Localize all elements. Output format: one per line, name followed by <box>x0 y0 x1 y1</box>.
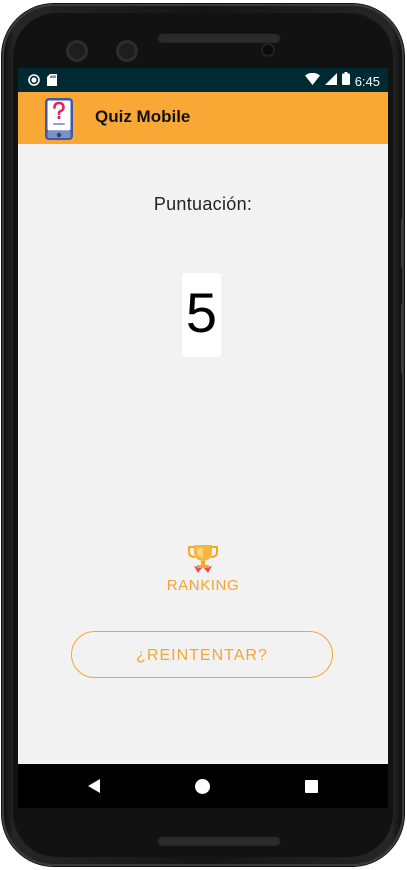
earpiece-speaker <box>157 32 281 43</box>
score-value: 5 <box>185 281 218 344</box>
app-title: Quiz Mobile <box>95 107 191 126</box>
app-bar: Quiz Mobile <box>18 92 388 144</box>
ranking-button[interactable]: RANKING <box>153 542 253 600</box>
volume-button[interactable] <box>401 304 404 374</box>
home-icon[interactable] <box>195 779 210 794</box>
score-card: 5 <box>182 273 221 357</box>
retry-button[interactable]: ¿REINTENTAR? <box>71 631 333 678</box>
trophy-icon <box>187 544 219 574</box>
signal-icon <box>324 72 337 90</box>
score-label: Puntuación: <box>153 194 253 214</box>
status-bar: 6:45 <box>18 68 388 92</box>
app-screen: 6:45 Quiz Mobile Puntuación: 5 RANKING ¿… <box>18 68 388 808</box>
recent-apps-icon[interactable] <box>305 780 318 793</box>
front-sensor-left <box>66 40 88 62</box>
ranking-label: RANKING <box>166 577 240 594</box>
battery-icon <box>341 72 350 90</box>
front-camera <box>261 43 275 57</box>
sd-card-icon <box>47 73 57 91</box>
record-dot-icon <box>28 73 40 91</box>
back-icon[interactable] <box>88 779 100 793</box>
power-button[interactable] <box>401 218 404 268</box>
navigation-bar <box>18 764 388 808</box>
wifi-icon <box>304 72 320 90</box>
front-sensor-right <box>116 40 138 62</box>
bottom-speaker <box>157 835 281 846</box>
status-time: 6:45 <box>354 73 380 89</box>
quiz-phone-icon <box>44 97 74 141</box>
